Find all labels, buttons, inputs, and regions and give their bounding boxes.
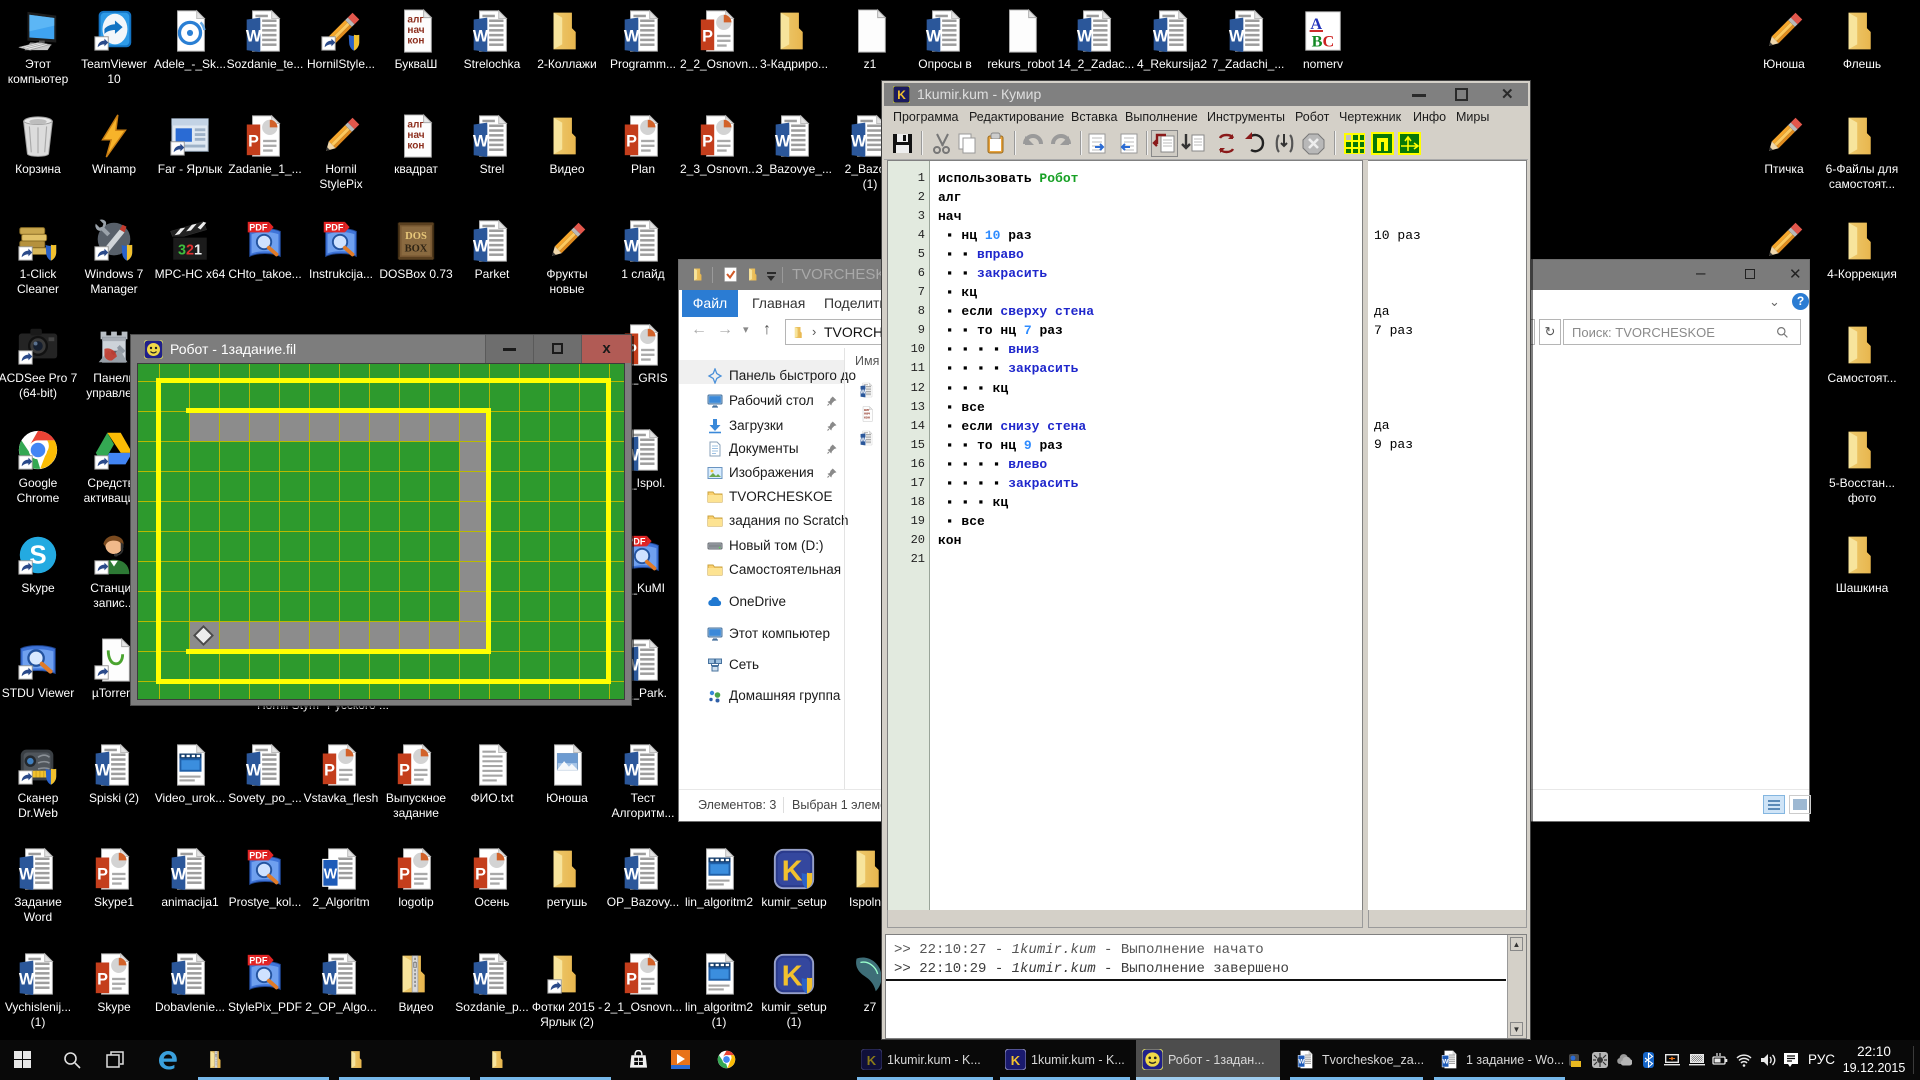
svg-text:K: K [867, 1053, 877, 1068]
svg-text:K: K [1011, 1053, 1021, 1068]
svg-text:K: K [897, 88, 906, 102]
